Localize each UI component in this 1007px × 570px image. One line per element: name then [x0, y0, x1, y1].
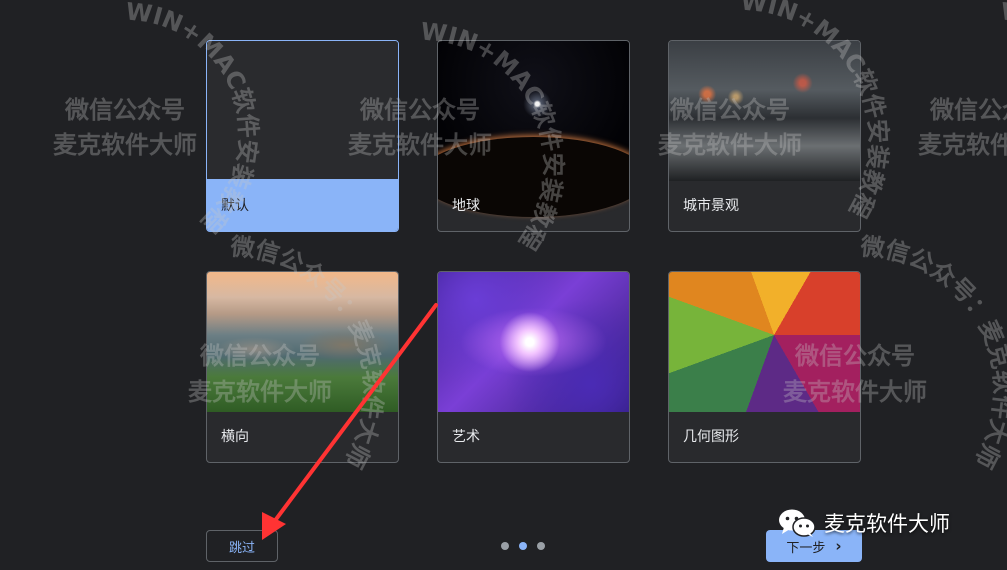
brand-watermark: 麦克软件大师 — [778, 508, 950, 538]
watermark-line: 微信公众号 — [929, 96, 1007, 124]
watermark-line: 麦克软件大师 — [53, 131, 197, 159]
theme-card-default[interactable]: 默认 — [206, 40, 399, 232]
theme-card-geometric[interactable]: 几何图形 — [668, 271, 861, 463]
chevron-right-icon: › — [835, 537, 842, 555]
theme-card-cityscape[interactable]: 城市景观 — [668, 40, 861, 232]
pagination-dots — [501, 542, 545, 550]
wechat-icon — [778, 508, 816, 538]
watermark-line: 麦克软件大师 — [918, 131, 1007, 159]
skip-button[interactable]: 跳过 — [206, 530, 278, 562]
theme-thumbnail-default — [207, 41, 398, 181]
theme-card-landscape[interactable]: 横向 — [206, 271, 399, 463]
theme-label-art: 艺术 — [452, 429, 480, 445]
pagination-dot-active[interactable] — [519, 542, 527, 550]
theme-thumbnail-landscape — [207, 272, 398, 412]
pagination-dot[interactable] — [537, 542, 545, 550]
watermark-ring-text: 微信公众号：麦克软件大师 — [858, 232, 1007, 472]
theme-label-landscape: 横向 — [221, 429, 249, 445]
theme-thumbnail-earth — [438, 41, 629, 217]
svg-text:WIN+MAC软件安装教程: WIN+MAC软件安装教程 — [999, 0, 1007, 237]
theme-label-default: 默认 — [207, 179, 398, 231]
theme-card-earth[interactable]: 地球 — [437, 40, 630, 232]
theme-thumbnail-cityscape — [669, 41, 860, 181]
watermark-line: 微信公众号 — [64, 96, 185, 124]
theme-label-cityscape: 城市景观 — [683, 198, 739, 214]
watermark-ring-text: WIN+MAC软件安装教程 — [999, 0, 1007, 237]
theme-card-art[interactable]: 艺术 — [437, 271, 630, 463]
theme-label-earth: 地球 — [452, 198, 480, 214]
theme-thumbnail-art — [438, 272, 629, 412]
theme-thumbnail-geometric — [669, 272, 860, 412]
next-button-label: 下一步 — [786, 540, 826, 556]
theme-label-geometric: 几何图形 — [683, 429, 739, 445]
svg-text:微信公众号：麦克软件大师: 微信公众号：麦克软件大师 — [858, 232, 1007, 472]
pagination-dot[interactable] — [501, 542, 509, 550]
brand-name: 麦克软件大师 — [824, 512, 950, 536]
